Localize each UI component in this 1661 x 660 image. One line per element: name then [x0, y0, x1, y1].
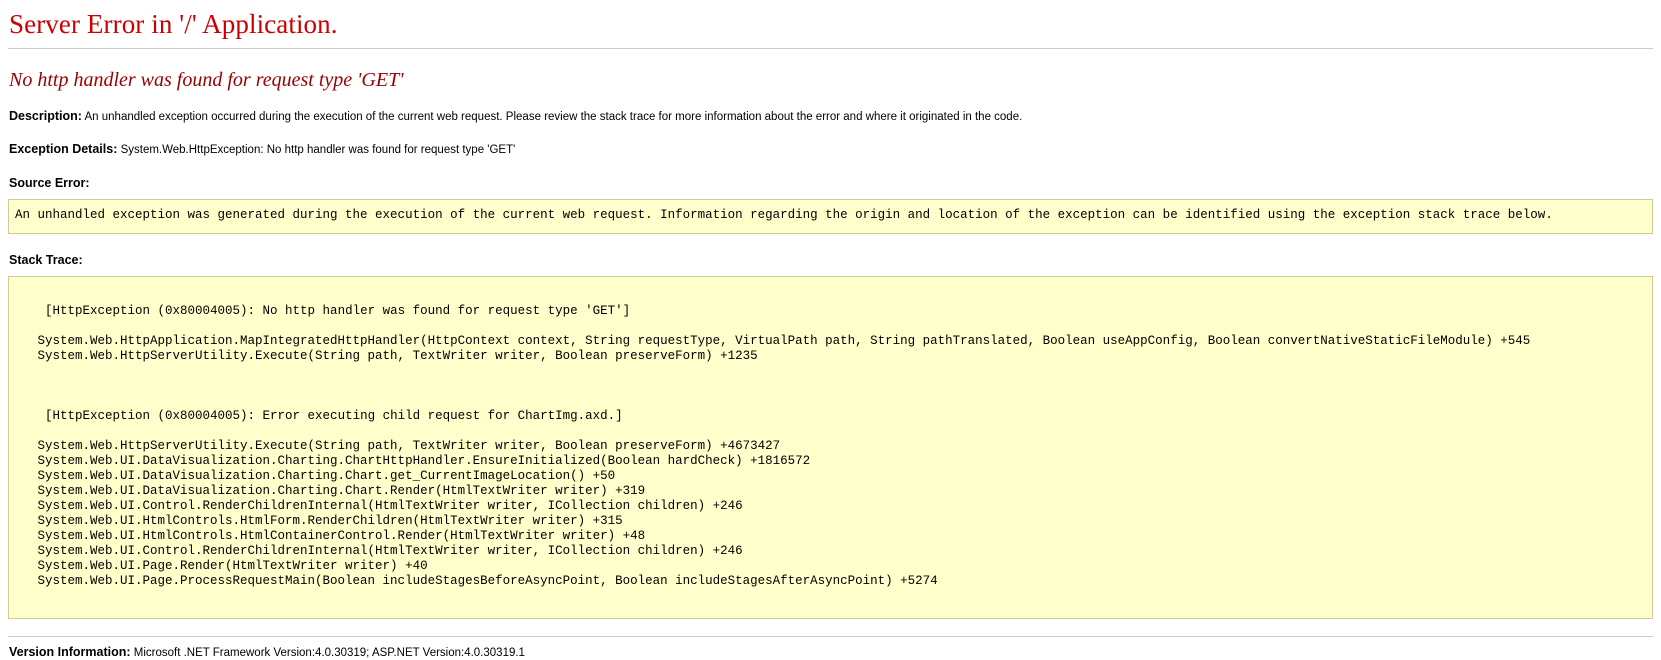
stack-trace-label: Stack Trace:	[9, 253, 83, 267]
stack-trace-box: [HttpException (0x80004005): No http han…	[8, 276, 1653, 619]
description-text: An unhandled exception occurred during t…	[84, 111, 1023, 123]
version-label: Version Information:	[9, 645, 131, 659]
title-divider	[8, 48, 1653, 49]
stack-trace-block-1-header: [HttpException (0x80004005): No http han…	[45, 304, 631, 318]
version-text: Microsoft .NET Framework Version:4.0.303…	[133, 647, 525, 659]
page-title: Server Error in '/' Application.	[9, 9, 338, 39]
stack-trace-gap	[15, 379, 1648, 394]
source-error-label: Source Error:	[9, 176, 90, 190]
error-subtitle: No http handler was found for request ty…	[9, 69, 404, 91]
exception-details-text: System.Web.HttpException: No http handle…	[120, 144, 516, 156]
footer-divider	[8, 636, 1653, 637]
stack-trace-block-1-frames: System.Web.HttpApplication.MapIntegrated…	[37, 334, 1531, 363]
exception-details-label: Exception Details:	[9, 142, 118, 156]
stack-trace-block-2-header: [HttpException (0x80004005): Error execu…	[45, 409, 623, 423]
version-information: Version Information: Microsoft .NET Fram…	[9, 645, 1653, 660]
description-label: Description:	[9, 109, 82, 123]
exception-details-paragraph: Exception Details: System.Web.HttpExcept…	[9, 142, 1653, 157]
source-error-box: An unhandled exception was generated dur…	[8, 199, 1653, 234]
error-page: Server Error in '/' Application. No http…	[0, 9, 1661, 660]
stack-trace-block-2-frames: System.Web.HttpServerUtility.Execute(Str…	[37, 439, 938, 588]
description-paragraph: Description: An unhandled exception occu…	[9, 109, 1653, 124]
